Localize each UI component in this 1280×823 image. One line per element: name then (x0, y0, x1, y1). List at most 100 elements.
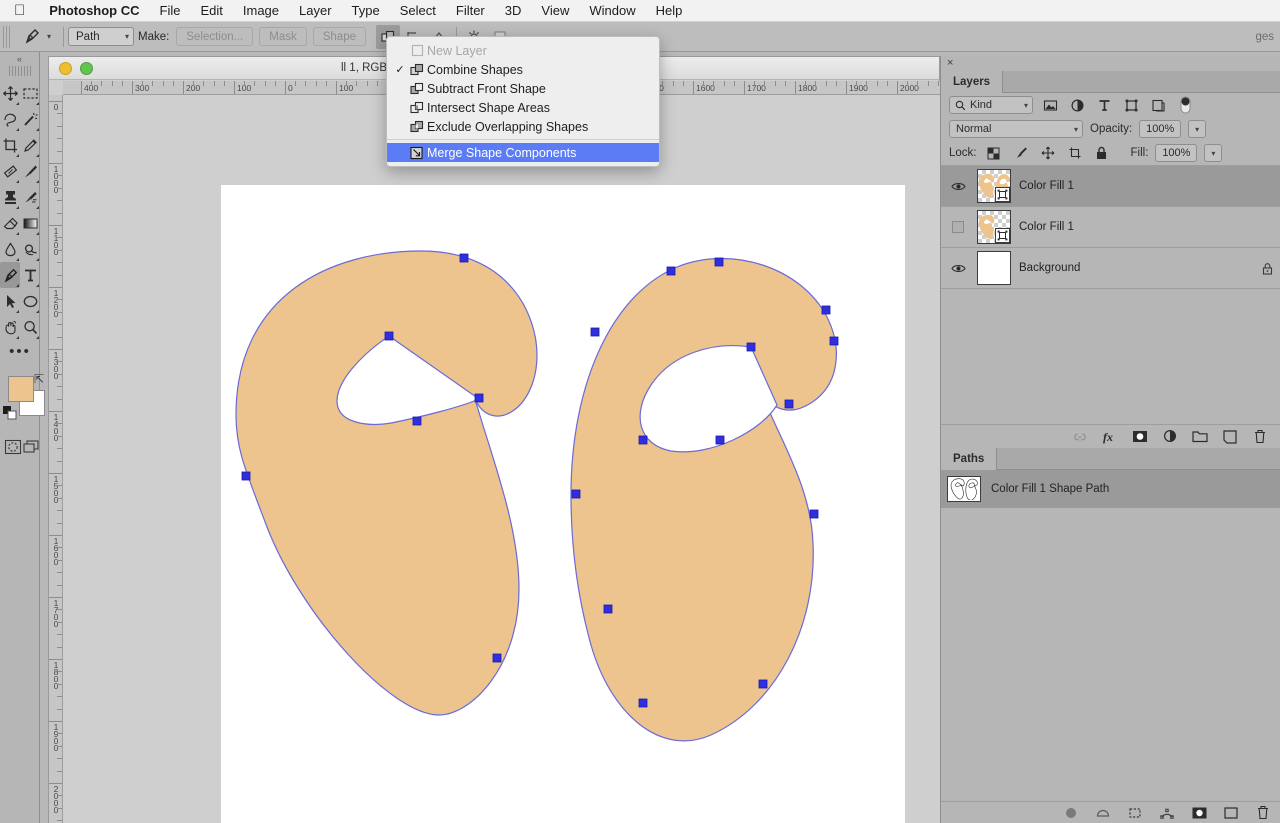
tool-pen[interactable] (0, 262, 20, 288)
tool-zoom[interactable] (20, 314, 40, 340)
path-anchor-point[interactable] (784, 399, 794, 409)
menu-3d[interactable]: 3D (495, 3, 532, 18)
load-selection-button[interactable] (1127, 805, 1143, 821)
filter-shape-layers-button[interactable] (1121, 95, 1141, 115)
add-layer-mask-button[interactable] (1132, 429, 1148, 445)
lock-artboard-button[interactable] (1065, 143, 1085, 163)
tool-magic-wand[interactable] (20, 106, 40, 132)
path-anchor-point[interactable] (714, 257, 724, 267)
default-colors-icon[interactable] (3, 406, 17, 425)
blend-mode-select[interactable]: Normal ▾ (949, 120, 1083, 138)
tool-eyedropper[interactable] (20, 132, 40, 158)
tool-move[interactable] (0, 80, 20, 106)
tool-path-selection[interactable] (0, 288, 20, 314)
layer-filter-toggle[interactable] (1175, 95, 1195, 115)
path-anchor-point[interactable] (638, 435, 648, 445)
lock-all-button[interactable] (1092, 143, 1112, 163)
menu-item-intersect-shape-areas[interactable]: Intersect Shape Areas (387, 98, 659, 117)
screen-mode-button[interactable] (22, 438, 40, 456)
make-selection-button[interactable]: Selection... (176, 27, 254, 46)
menu-item-subtract-front-shape[interactable]: Subtract Front Shape (387, 79, 659, 98)
layer-row[interactable]: Color Fill 1 (941, 166, 1280, 207)
zoom-button[interactable] (80, 61, 93, 75)
layer-filter-kind-select[interactable]: Kind ▾ (949, 96, 1033, 114)
opacity-input[interactable]: 100% (1139, 120, 1182, 138)
canvas-area[interactable] (63, 95, 941, 823)
lock-transparent-pixels-button[interactable] (984, 143, 1004, 163)
path-anchor-point[interactable] (638, 698, 648, 708)
tool-preset-caret-icon[interactable]: ▾ (47, 32, 51, 41)
minimize-button[interactable] (59, 61, 72, 75)
path-anchor-point[interactable] (809, 509, 819, 519)
tool-history-brush[interactable] (20, 184, 40, 210)
path-anchor-point[interactable] (715, 435, 725, 445)
new-path-button[interactable] (1223, 805, 1239, 821)
path-operations-menu[interactable]: New Layer ✓ Combine Shapes Subtract Fron… (386, 36, 660, 167)
menu-layer[interactable]: Layer (289, 3, 342, 18)
new-layer-button[interactable] (1222, 429, 1238, 445)
tool-rectangular-marquee[interactable] (20, 80, 40, 106)
path-anchor-point[interactable] (758, 679, 768, 689)
layer-thumbnail[interactable] (977, 251, 1011, 285)
make-mask-button[interactable]: Mask (259, 27, 307, 46)
path-row[interactable]: Color Fill 1 Shape Path (941, 470, 1280, 508)
path-anchor-point[interactable] (474, 393, 484, 403)
document-page[interactable] (221, 185, 905, 823)
link-layers-button[interactable] (1072, 429, 1088, 445)
menu-app-name[interactable]: Photoshop CC (39, 3, 149, 18)
tool-brush[interactable] (20, 158, 40, 184)
layer-row[interactable]: Color Fill 1 (941, 207, 1280, 248)
menu-item-exclude-overlapping-shapes[interactable]: Exclude Overlapping Shapes (387, 117, 659, 136)
layer-thumbnail[interactable] (977, 210, 1011, 244)
tool-eraser[interactable] (0, 210, 20, 236)
swap-colors-icon[interactable]: ⇱ (34, 372, 44, 386)
active-tool-preset[interactable]: ▾ (12, 22, 59, 52)
more-tools-button[interactable]: ••• (0, 340, 40, 362)
tool-blur[interactable] (0, 236, 20, 262)
filter-smart-objects-button[interactable] (1148, 95, 1168, 115)
tool-lasso[interactable] (0, 106, 20, 132)
menu-item-combine-shapes[interactable]: ✓ Combine Shapes (387, 60, 659, 79)
menu-item-merge-shape-components[interactable]: Merge Shape Components (387, 143, 659, 162)
stroke-path-button[interactable] (1095, 805, 1111, 821)
menu-edit[interactable]: Edit (190, 3, 232, 18)
path-anchor-point[interactable] (459, 253, 469, 263)
layer-visibility-toggle[interactable] (947, 181, 969, 192)
new-adjustment-layer-button[interactable] (1162, 429, 1178, 445)
menu-file[interactable]: File (150, 3, 191, 18)
layer-visibility-toggle[interactable] (947, 221, 969, 233)
add-mask-button[interactable] (1191, 805, 1207, 821)
path-anchor-point[interactable] (412, 416, 422, 426)
tool-type[interactable] (20, 262, 40, 288)
path-thumbnail[interactable] (947, 476, 981, 502)
tool-dodge[interactable] (20, 236, 40, 262)
path-anchor-point[interactable] (821, 305, 831, 315)
tab-paths[interactable]: Paths (941, 448, 998, 470)
menu-window[interactable]: Window (579, 3, 645, 18)
tool-gradient[interactable] (20, 210, 40, 236)
menu-select[interactable]: Select (390, 3, 446, 18)
path-anchor-point[interactable] (384, 331, 394, 341)
filter-pixel-layers-button[interactable] (1040, 95, 1060, 115)
tool-healing-brush[interactable] (0, 158, 20, 184)
opacity-stepper[interactable]: ▾ (1188, 120, 1207, 138)
delete-path-button[interactable] (1255, 805, 1271, 821)
lock-position-button[interactable] (1038, 143, 1058, 163)
path-anchor-point[interactable] (746, 342, 756, 352)
apple-logo-icon[interactable]:  (14, 3, 25, 18)
filter-adjustment-layers-button[interactable] (1067, 95, 1087, 115)
quick-mask-button[interactable] (4, 438, 22, 456)
path-anchor-point[interactable] (666, 266, 676, 276)
vertical-ruler[interactable]: 0 1 0 0 0 1 1 0 0 1 2 0 0 1 3 0 0 1 4 0 0 1 5 … (49, 95, 63, 823)
layer-style-button[interactable]: fx (1102, 429, 1118, 445)
foreground-color-swatch[interactable] (8, 376, 34, 402)
menu-image[interactable]: Image (233, 3, 289, 18)
tool-ellipse[interactable] (20, 288, 40, 314)
layer-thumbnail[interactable] (977, 169, 1011, 203)
lock-image-pixels-button[interactable] (1011, 143, 1031, 163)
tool-crop[interactable] (0, 132, 20, 158)
new-group-button[interactable] (1192, 429, 1208, 445)
filter-type-layers-button[interactable] (1094, 95, 1114, 115)
toolbox-collapse-button[interactable]: « (0, 52, 39, 66)
path-anchor-point[interactable] (603, 604, 613, 614)
